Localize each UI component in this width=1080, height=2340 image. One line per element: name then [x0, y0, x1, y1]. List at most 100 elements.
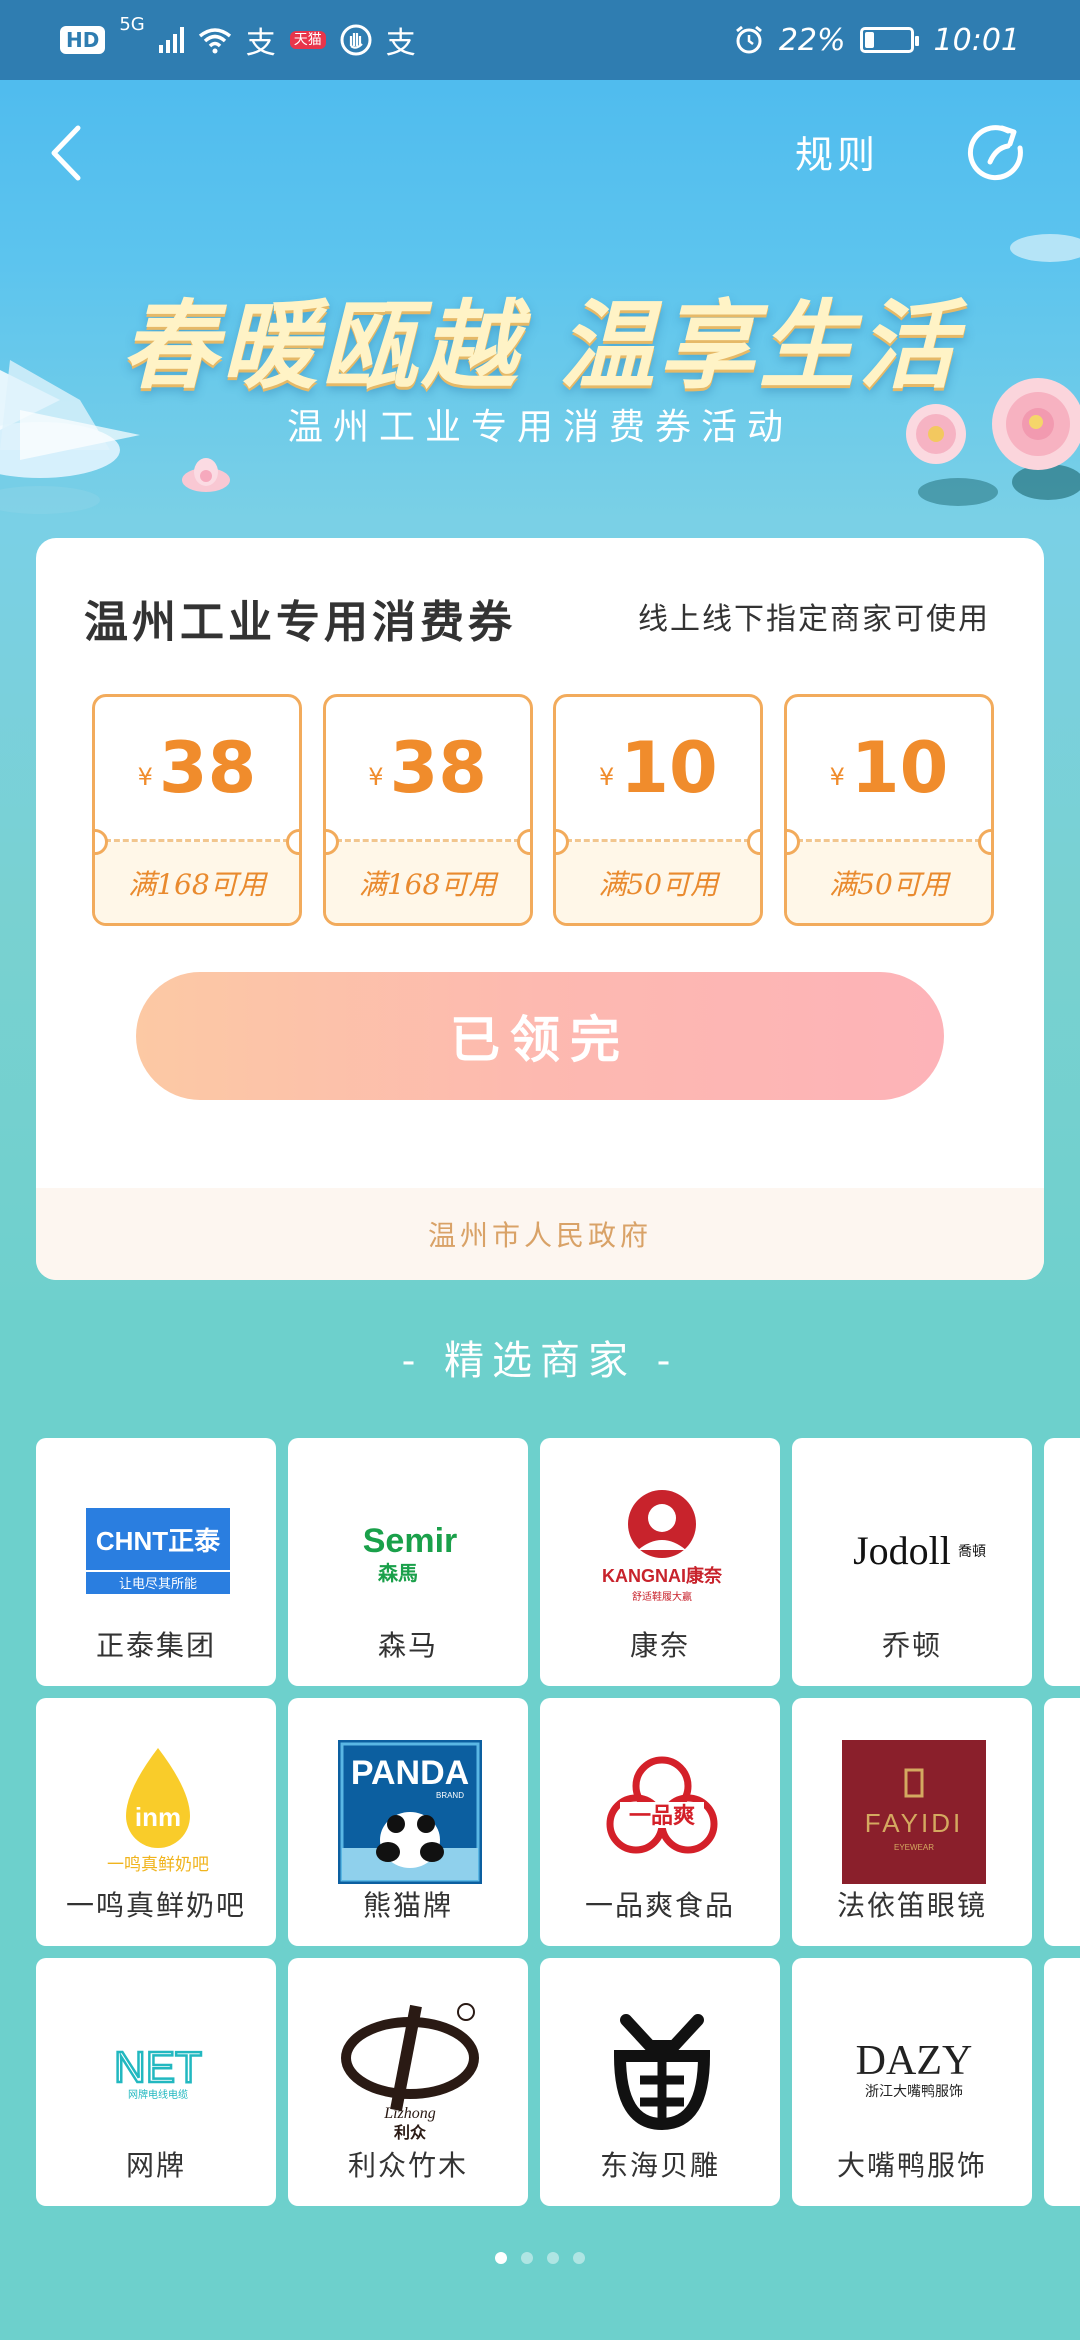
coupon-condition: 满50可用 [556, 842, 761, 923]
page-dot[interactable] [495, 2252, 507, 2264]
svg-text:PANDA: PANDA [351, 1754, 469, 1792]
merchant-card-net[interactable]: NET 网牌电线电缆 网牌 [36, 1958, 276, 2206]
svg-text:FAYIDI: FAYIDI [865, 1808, 963, 1838]
alipay-icon: 支 [245, 26, 276, 61]
yipinshuang-logo-icon: 一品爽 [606, 1756, 718, 1854]
svg-text:舒适鞋履大赢: 舒适鞋履大赢 [632, 1590, 692, 1603]
hand-icon [340, 24, 372, 56]
back-chevron-icon [51, 125, 81, 181]
merchant-card-kangnai[interactable]: KANGNAI康奈 舒适鞋履大赢 康奈 [540, 1438, 780, 1686]
merchant-card-semir[interactable]: Semir 森馬 森马 [288, 1438, 528, 1686]
jodoll-logo-icon: Jodoll 喬頓 [853, 1528, 986, 1573]
svg-text:一鸣真鲜奶吧: 一鸣真鲜奶吧 [107, 1855, 209, 1875]
merchant-name: 大嘴鸭服饰 [836, 2149, 987, 2182]
wifi-icon [198, 28, 231, 54]
merchant-name: 一品爽食品 [584, 1889, 735, 1922]
svg-text:inm: inm [135, 1802, 181, 1832]
merchant-name: 一鸣真鲜奶吧 [65, 1889, 246, 1922]
merchant-name: 康奈 [629, 1629, 690, 1662]
page-indicator [0, 2252, 1080, 2264]
coupon-ticket[interactable]: ¥ 10 满50可用 [553, 694, 764, 926]
svg-text:浙江大嘴鸭服饰: 浙江大嘴鸭服饰 [865, 2084, 963, 2100]
dazy-logo-icon: DAZY 浙江大嘴鸭服饰 [856, 2038, 973, 2100]
page-dot[interactable] [547, 2252, 559, 2264]
svg-text:NET: NET [114, 2043, 202, 2092]
svg-text:CHNT正泰: CHNT正泰 [96, 1526, 221, 1556]
merchant-grid: CHNT正泰 让电尽其所能 正泰集团 Semir 森馬 森马 KANGNAI康奈… [36, 1438, 1080, 2208]
currency-symbol: ¥ [829, 763, 845, 791]
currency-symbol: ¥ [598, 763, 615, 791]
cloud-decoration-icon [1010, 234, 1080, 262]
issuer-footer: 温州市人民政府 [36, 1188, 1044, 1280]
coupon-card-note: 线上线下指定商家可使用 [638, 602, 990, 637]
merchant-card-panda[interactable]: PANDA BRAND 熊猫牌 [288, 1698, 528, 1946]
refresh-icon [967, 125, 1023, 181]
merchant-card-dazy[interactable]: DAZY 浙江大嘴鸭服饰 大嘴鸭服饰 [792, 1958, 1032, 2206]
coupon-condition: 满168可用 [95, 842, 299, 923]
svg-text:利众: 利众 [394, 2123, 427, 2142]
tmall-icon: 天猫 [289, 31, 326, 49]
merchant-card-yiming[interactable]: inm 一鸣真鲜奶吧 一鸣真鲜奶吧 [36, 1698, 276, 1946]
coupon-amount: 10 [620, 727, 718, 809]
merchant-card-jodoll[interactable]: Jodoll 喬頓 乔顿 [792, 1438, 1032, 1686]
svg-text:DAZY: DAZY [856, 2038, 973, 2084]
coupon-condition: 满168可用 [325, 842, 530, 923]
coupon-amount: 10 [850, 727, 949, 809]
coupon-card: 温州工业专用消费券 线上线下指定商家可使用 ¥ 38 满168可用 ¥ 38 满… [36, 538, 1044, 1280]
network-label: 5G [119, 14, 145, 35]
coupon-card-title: 温州工业专用消费券 [84, 597, 516, 648]
net-logo-icon: NET 网牌电线电缆 [113, 2042, 204, 2101]
hero-title: 春暖瓯越 温享生活 [121, 290, 959, 402]
merchant-card-partial[interactable] [1044, 1438, 1080, 1686]
merchant-card-fayidi[interactable]: FAYIDI EYEWEAR 法依笛眼镜 [792, 1698, 1032, 1946]
back-button[interactable] [44, 118, 94, 188]
svg-text:Semir: Semir [363, 1522, 458, 1560]
coupon-ticket[interactable]: ¥ 38 满168可用 [92, 694, 302, 926]
currency-symbol: ¥ [137, 763, 153, 791]
merchant-card-donghai[interactable]: 东海贝雕 [540, 1958, 780, 2206]
status-bar: HD 5G 支 天猫 支 22% 10:01 [0, 0, 1080, 80]
status-right: 22% 10:01 [733, 23, 1020, 58]
coupon-value: ¥ 38 [95, 697, 299, 839]
coupon-value: ¥ 38 [326, 697, 530, 839]
svg-text:森馬: 森馬 [378, 1561, 418, 1585]
merchant-card-lizhong[interactable]: Lizhong 利众 利众竹木 [288, 1958, 528, 2206]
yiming-milk-logo-icon: inm 一鸣真鲜奶吧 [107, 1748, 209, 1875]
svg-text:Jodoll: Jodoll [853, 1528, 951, 1573]
svg-text:让电尽其所能: 让电尽其所能 [119, 1577, 197, 1592]
battery-percent: 22% [778, 22, 846, 58]
refresh-button[interactable] [962, 118, 1032, 188]
rules-button[interactable]: 规则 [795, 124, 879, 179]
merchant-name: 熊猫牌 [362, 1889, 453, 1922]
svg-text:KANGNAI康奈: KANGNAI康奈 [602, 1565, 723, 1586]
lotus-flower-icon [182, 458, 230, 492]
svg-text:Lizhong: Lizhong [383, 2105, 436, 2122]
alarm-icon [735, 25, 762, 54]
merchants-section-title: - 精选商家 - [401, 1338, 679, 1384]
chint-logo-icon: CHNT正泰 让电尽其所能 [86, 1508, 230, 1594]
coupon-ticket[interactable]: ¥ 10 满50可用 [783, 694, 994, 926]
merchant-card-partial[interactable] [1044, 1958, 1080, 2206]
signal-icon [158, 27, 184, 53]
hd-badge: HD [60, 26, 106, 54]
page-dot[interactable] [573, 2252, 585, 2264]
merchant-card-chint[interactable]: CHNT正泰 让电尽其所能 正泰集团 [36, 1438, 276, 1686]
merchant-card-yipinshuang[interactable]: 一品爽 一品爽食品 [540, 1698, 780, 1946]
coupon-list: ¥ 38 满168可用 ¥ 38 满168可用 ¥ 10 满50可用 ¥ 10 … [92, 694, 994, 926]
semir-logo-icon: Semir 森馬 [363, 1522, 458, 1585]
svg-text:EYEWEAR: EYEWEAR [894, 1843, 934, 1852]
merchant-name: 东海贝雕 [599, 2149, 720, 2182]
fayidi-logo-icon: FAYIDI EYEWEAR [842, 1740, 986, 1884]
page-dot[interactable] [521, 2252, 533, 2264]
merchant-name: 森马 [377, 1629, 438, 1662]
lizhong-logo-icon: Lizhong 利众 [341, 2003, 479, 2142]
svg-text:喬頓: 喬頓 [958, 1544, 986, 1560]
svg-text:BRAND: BRAND [436, 1791, 464, 1800]
merchant-name: 法依笛眼镜 [836, 1889, 987, 1922]
coupon-value: ¥ 10 [787, 697, 991, 839]
claim-button[interactable]: 已领完 [136, 972, 944, 1100]
merchant-name: 利众竹木 [347, 2149, 468, 2182]
coupon-ticket[interactable]: ¥ 38 满168可用 [322, 694, 533, 926]
merchant-card-partial[interactable] [1044, 1698, 1080, 1946]
coupon-condition: 满50可用 [786, 842, 991, 923]
